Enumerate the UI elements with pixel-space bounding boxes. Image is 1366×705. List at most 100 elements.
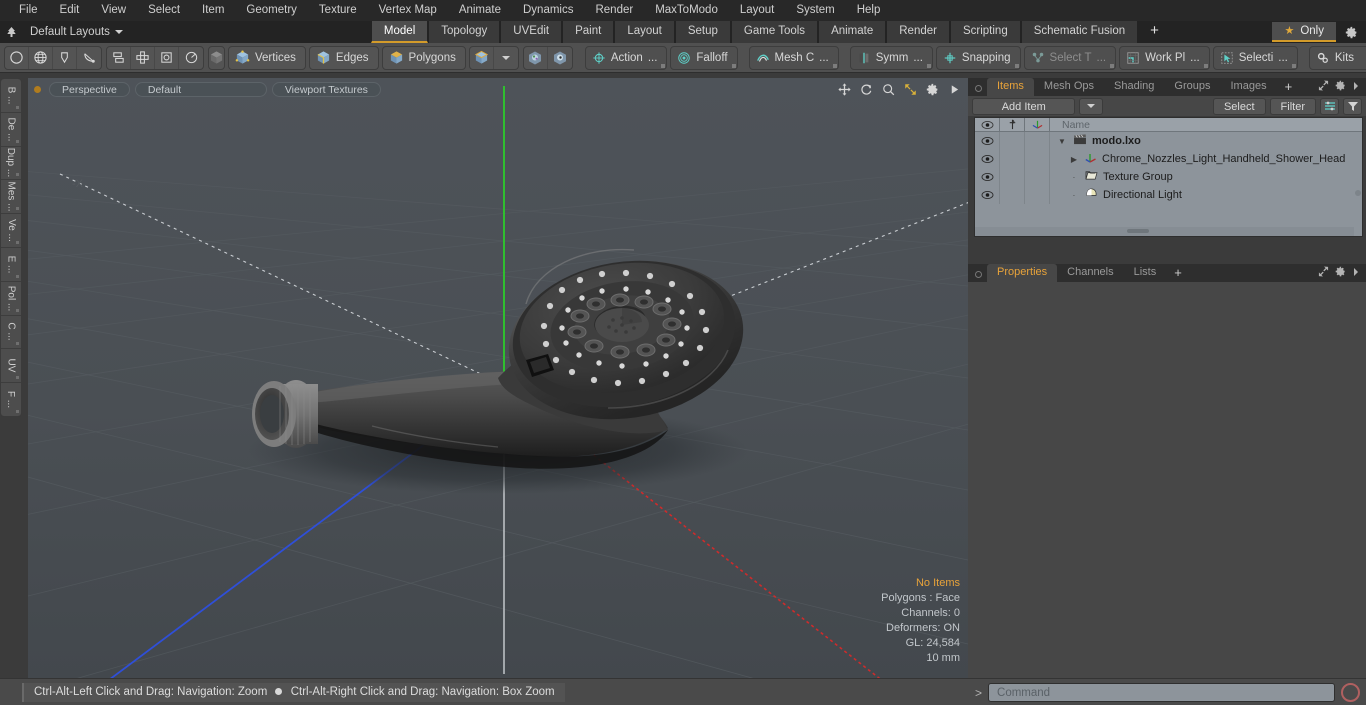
add-items-tab-button[interactable]: +: [1276, 78, 1301, 96]
item-list[interactable]: Name ▼ modo.lxo ▶ Chrome_Nozzles_Light_H…: [974, 117, 1363, 237]
viewport-projection-dropdown[interactable]: Perspective: [49, 81, 130, 97]
menu-item-file[interactable]: File: [8, 0, 49, 21]
hscrollbar-thumb[interactable]: [1126, 229, 1149, 233]
add-item-button[interactable]: Add Item: [972, 97, 1076, 115]
menu-item-dynamics[interactable]: Dynamics: [512, 0, 584, 21]
selection-mode-polygons[interactable]: Polygons: [381, 45, 466, 70]
viewport-gear-icon[interactable]: [925, 82, 940, 97]
tab-lists[interactable]: Lists: [1123, 264, 1167, 282]
selection-mode-vertices[interactable]: Vertices: [228, 45, 306, 70]
row-pin-cell[interactable]: [1000, 168, 1025, 186]
tab-paint[interactable]: Paint: [562, 21, 615, 43]
left-tab-deform[interactable]: De ...: [1, 113, 21, 147]
properties-panel-menu-dot[interactable]: [975, 271, 982, 278]
viewport-3d[interactable]: Y X Z -X Perspective Default Viewport Te…: [28, 78, 968, 678]
tab-properties[interactable]: Properties: [987, 264, 1058, 282]
select-button[interactable]: Select: [1212, 97, 1266, 115]
row-axis-cell[interactable]: [1025, 150, 1050, 168]
shaded-sphere-a-icon[interactable]: [524, 46, 548, 69]
funnel-icon[interactable]: [1343, 97, 1362, 115]
fit-view-icon[interactable]: [903, 82, 918, 97]
menu-item-system[interactable]: System: [785, 0, 845, 21]
row-pin-cell[interactable]: [1000, 186, 1025, 204]
chevron-right-icon[interactable]: [1352, 267, 1360, 280]
select-through-button[interactable]: Select T ...: [1023, 45, 1117, 70]
viewport-menu-dot[interactable]: [34, 85, 41, 93]
add-properties-tab-button[interactable]: +: [1166, 264, 1190, 282]
gear-icon[interactable]: [1335, 80, 1346, 94]
default-layouts-dropdown[interactable]: Default Layouts: [22, 26, 131, 38]
rotate-icon[interactable]: [859, 82, 874, 97]
tab-topology[interactable]: Topology: [428, 21, 501, 43]
add-layout-tab-button[interactable]: +: [1138, 21, 1171, 43]
gear-icon[interactable]: [1336, 21, 1366, 43]
left-tab-mesh-edit[interactable]: Mes ...: [1, 180, 21, 215]
tab-model[interactable]: Model: [370, 21, 429, 43]
gear-icon[interactable]: [1335, 266, 1346, 280]
filter-button[interactable]: Filter: [1269, 97, 1316, 115]
table-row[interactable]: · Texture Group: [975, 168, 1362, 186]
left-tab-edge[interactable]: E ...: [1, 248, 21, 282]
work-plane-button[interactable]: Work Pl ...: [1119, 45, 1210, 70]
twirl-right-icon[interactable]: ▶: [1068, 155, 1080, 164]
mesh-constraint-button[interactable]: Mesh C ...: [748, 45, 839, 70]
viewport-shading-dropdown[interactable]: Viewport Textures: [271, 81, 381, 97]
symmetry-button[interactable]: Symm ...: [849, 45, 933, 70]
expand-arrows-icon[interactable]: [1318, 266, 1329, 280]
row-axis-cell[interactable]: [1025, 186, 1050, 204]
left-tab-basic[interactable]: B ...: [1, 79, 21, 113]
menu-item-vertex-map[interactable]: Vertex Map: [368, 0, 448, 21]
row-visibility-toggle[interactable]: [975, 168, 1000, 186]
row-pin-cell[interactable]: [1000, 132, 1025, 150]
left-tab-polygon[interactable]: Pol ...: [1, 282, 21, 316]
play-arrow-icon[interactable]: [947, 82, 962, 97]
tab-uvedit[interactable]: UVEdit: [500, 21, 563, 43]
menu-item-geometry[interactable]: Geometry: [235, 0, 308, 21]
menu-item-edit[interactable]: Edit: [49, 0, 91, 21]
tab-items[interactable]: Items: [987, 78, 1034, 96]
row-axis-cell[interactable]: [1025, 132, 1050, 150]
tab-game-tools[interactable]: Game Tools: [730, 21, 819, 43]
item-cube-icon[interactable]: [470, 46, 494, 69]
row-visibility-toggle[interactable]: [975, 150, 1000, 168]
menu-item-animate[interactable]: Animate: [448, 0, 512, 21]
row-name-cell[interactable]: ▶ Chrome_Nozzles_Light_Handheld_Shower_H…: [1050, 152, 1362, 167]
left-tab-fusion[interactable]: F ...: [1, 383, 21, 416]
align-stack-icon[interactable]: [107, 46, 131, 69]
center-square-icon[interactable]: [155, 46, 179, 69]
row-name-cell[interactable]: · Texture Group: [1050, 170, 1362, 184]
list-options-icon[interactable]: [1320, 97, 1339, 115]
cube-icon[interactable]: [208, 45, 225, 70]
shaded-sphere-b-icon[interactable]: [548, 47, 572, 69]
curve-icon[interactable]: [77, 47, 101, 69]
tab-shading[interactable]: Shading: [1104, 78, 1165, 96]
tab-groups[interactable]: Groups: [1164, 78, 1221, 96]
globe-icon[interactable]: [29, 46, 53, 69]
menu-item-item[interactable]: Item: [191, 0, 235, 21]
selection-sets-button[interactable]: Selecti ...: [1212, 45, 1298, 70]
pen-tool-icon[interactable]: [53, 46, 77, 69]
falloff-button[interactable]: Falloff: [670, 45, 738, 70]
only-toggle-button[interactable]: ★ Only: [1272, 22, 1336, 42]
tab-animate[interactable]: Animate: [818, 21, 887, 43]
command-input[interactable]: [988, 683, 1335, 702]
kits-button[interactable]: Kits: [1308, 45, 1366, 70]
menu-item-render[interactable]: Render: [584, 0, 644, 21]
left-tab-vertex[interactable]: Ve ...: [1, 214, 21, 248]
menu-item-texture[interactable]: Texture: [308, 0, 368, 21]
zoom-magnifier-icon[interactable]: [881, 82, 896, 97]
scrollbar-thumb[interactable]: [1355, 190, 1361, 196]
table-row[interactable]: ▶ Chrome_Nozzles_Light_Handheld_Shower_H…: [975, 150, 1362, 168]
left-tab-duplicate[interactable]: Dup ...: [1, 147, 21, 181]
item-list-vertical-scrollbar[interactable]: [1354, 132, 1362, 226]
viewport-style-dropdown[interactable]: Default: [134, 81, 267, 97]
tab-layout[interactable]: Layout: [614, 21, 675, 43]
tab-mesh-ops[interactable]: Mesh Ops: [1033, 78, 1105, 96]
table-row[interactable]: ▼ modo.lxo: [975, 132, 1362, 150]
row-visibility-toggle[interactable]: [975, 186, 1000, 204]
snapping-button[interactable]: Snapping: [935, 45, 1021, 70]
action-center-button[interactable]: Action ...: [584, 45, 668, 70]
align-cross-icon[interactable]: [131, 46, 155, 69]
menu-item-select[interactable]: Select: [137, 0, 191, 21]
menu-item-maxtomodo[interactable]: MaxToModo: [644, 0, 729, 21]
